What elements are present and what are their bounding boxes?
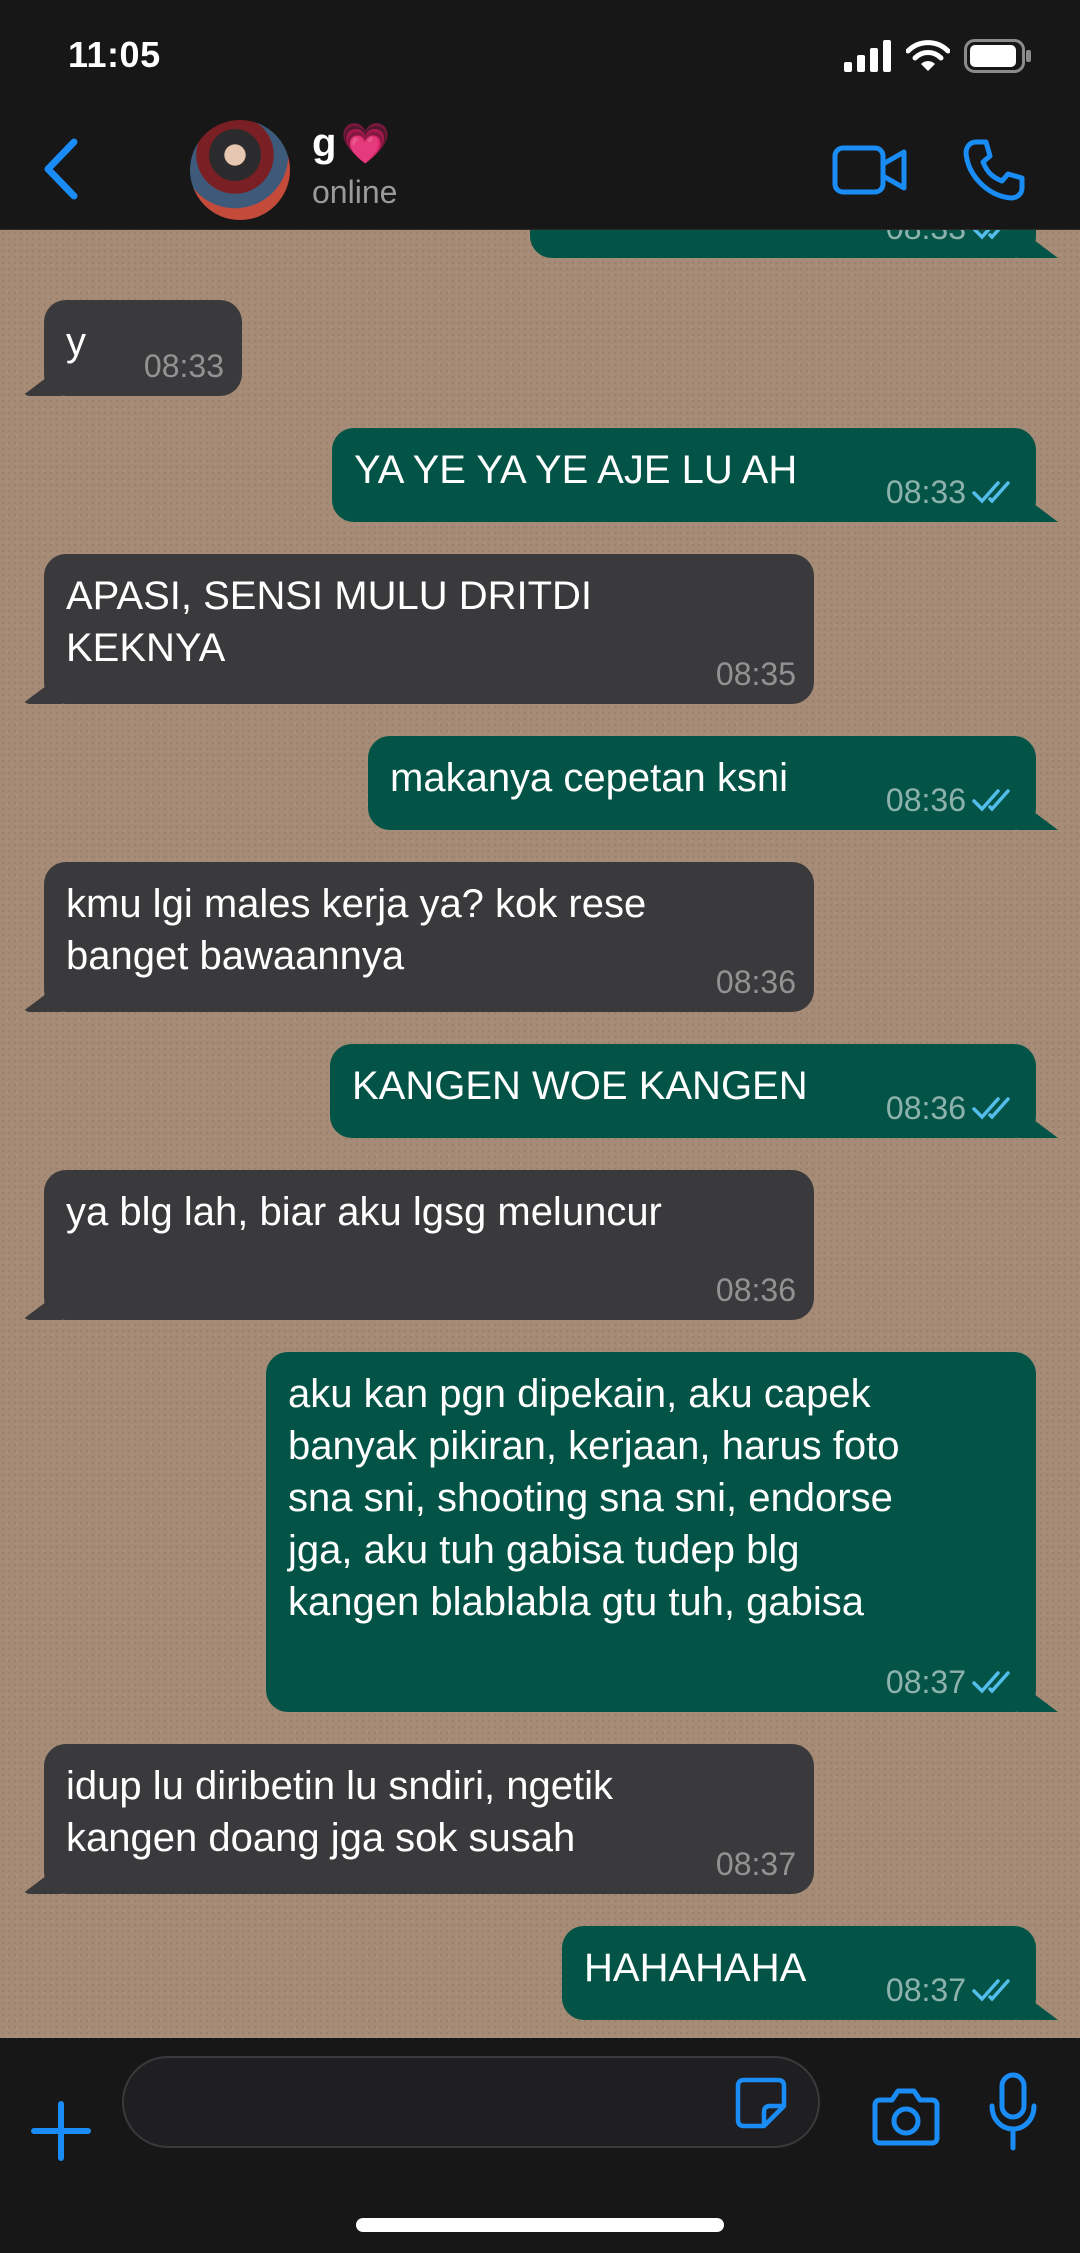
message-text: y — [66, 320, 86, 364]
message-outgoing[interactable]: makanya cepetan ksni 08:36 — [368, 736, 1036, 830]
message-incoming[interactable]: idup lu diribetin lu sndiri, ngetik kang… — [44, 1744, 814, 1894]
message-text-line: APASI, SENSI MULU DRITDI — [66, 574, 593, 618]
signal-icon — [844, 40, 891, 72]
message-outgoing[interactable]: HAHAHAHA 08:37 — [562, 1926, 1036, 2020]
message-text-line: banyak pikiran, kerjaan, harus foto — [288, 1424, 900, 1468]
avatar[interactable] — [190, 120, 290, 220]
read-ticks-icon — [972, 789, 1010, 812]
message-time: 08:36 — [886, 782, 1018, 818]
plus-icon[interactable] — [30, 2100, 92, 2162]
message-time: 08:37 — [886, 1972, 1018, 2008]
message-text-line: kmu lgi males kerja ya? kok rese — [66, 882, 647, 926]
composer-bar — [0, 2038, 1080, 2253]
message-time: 08:35 — [715, 656, 796, 692]
wifi-icon — [906, 40, 950, 71]
read-ticks-icon — [972, 230, 1001, 240]
message-text-line: aku kan pgn dipekain, aku capek — [288, 1372, 871, 1416]
message-outgoing[interactable]: KANGEN WOE KANGEN 08:36 — [330, 1044, 1036, 1138]
message-outgoing[interactable]: 08:33 — [530, 230, 1036, 258]
microphone-icon[interactable] — [988, 2072, 1038, 2152]
read-ticks-icon — [972, 481, 1010, 504]
message-time: 08:36 — [886, 1090, 1018, 1126]
message-outgoing[interactable]: YA YE YA YE AJE LU AH 08:33 — [332, 428, 1036, 522]
back-chevron-icon[interactable] — [38, 136, 86, 202]
contact-name[interactable]: g 💗 — [312, 120, 390, 167]
message-text: YA YE YA YE AJE LU AH — [354, 448, 798, 492]
battery-icon — [964, 39, 1031, 73]
message-time: 08:36 — [715, 1272, 796, 1308]
message-incoming[interactable]: ya blg lah, biar aku lgsg meluncur 08:36 — [44, 1170, 814, 1320]
message-outgoing[interactable]: aku kan pgn dipekain, aku capek banyak p… — [266, 1352, 1036, 1712]
read-ticks-icon — [972, 1979, 1010, 2002]
status-icons — [844, 36, 1032, 76]
contact-name-text: g — [312, 121, 337, 165]
message-text-line: idup lu diribetin lu sndiri, ngetik — [66, 1764, 613, 1808]
message-time: 08:33 — [886, 474, 1018, 510]
message-text: KANGEN WOE KANGEN — [352, 1064, 808, 1108]
heart-emoji: 💗 — [340, 122, 391, 166]
camera-icon[interactable] — [872, 2086, 940, 2146]
contact-status: online — [312, 174, 398, 210]
read-ticks-icon — [972, 1097, 1010, 1120]
message-time: 08:33 — [886, 230, 1018, 246]
home-indicator[interactable] — [356, 2218, 724, 2232]
message-time: 08:37 — [886, 1664, 1018, 1700]
phone-icon[interactable] — [962, 138, 1026, 202]
message-incoming[interactable]: APASI, SENSI MULU DRITDI KEKNYA 08:35 — [44, 554, 814, 704]
message-text-line: kangen doang jga sok susah — [66, 1816, 576, 1860]
message-text-line: KEKNYA — [66, 626, 226, 670]
message-incoming[interactable]: kmu lgi males kerja ya? kok rese banget … — [44, 862, 814, 1012]
message-text-line: banget bawaannya — [66, 934, 405, 978]
read-ticks-icon — [972, 1671, 1010, 1694]
message-text: makanya cepetan ksni — [390, 756, 789, 800]
message-text-line: kangen blablabla gtu tuh, gabisa — [288, 1580, 865, 1624]
message-text-line: sna sni, shooting sna sni, endorse — [288, 1476, 893, 1520]
status-time: 11:05 — [68, 34, 161, 75]
message-text: ya blg lah, biar aku lgsg meluncur — [66, 1190, 662, 1234]
message-text-line: jga, aku tuh gabisa tudep blg — [288, 1528, 800, 1572]
message-time: 08:36 — [715, 964, 796, 1000]
message-incoming[interactable]: y 08:33 — [44, 300, 242, 396]
message-time: 08:33 — [143, 348, 224, 384]
message-time: 08:37 — [715, 1846, 796, 1882]
chat-wallpaper: 08:33 y 08:33 YA YE YA YE AJE LU AH 08:3… — [0, 230, 1080, 2038]
status-bar: 11:05 — [0, 0, 1080, 110]
sticker-icon[interactable] — [734, 2076, 788, 2130]
video-call-icon[interactable] — [832, 142, 908, 198]
message-text: HAHAHAHA — [584, 1946, 807, 1990]
chat-header: g 💗 online — [0, 110, 1080, 230]
message-input[interactable] — [122, 2056, 820, 2148]
